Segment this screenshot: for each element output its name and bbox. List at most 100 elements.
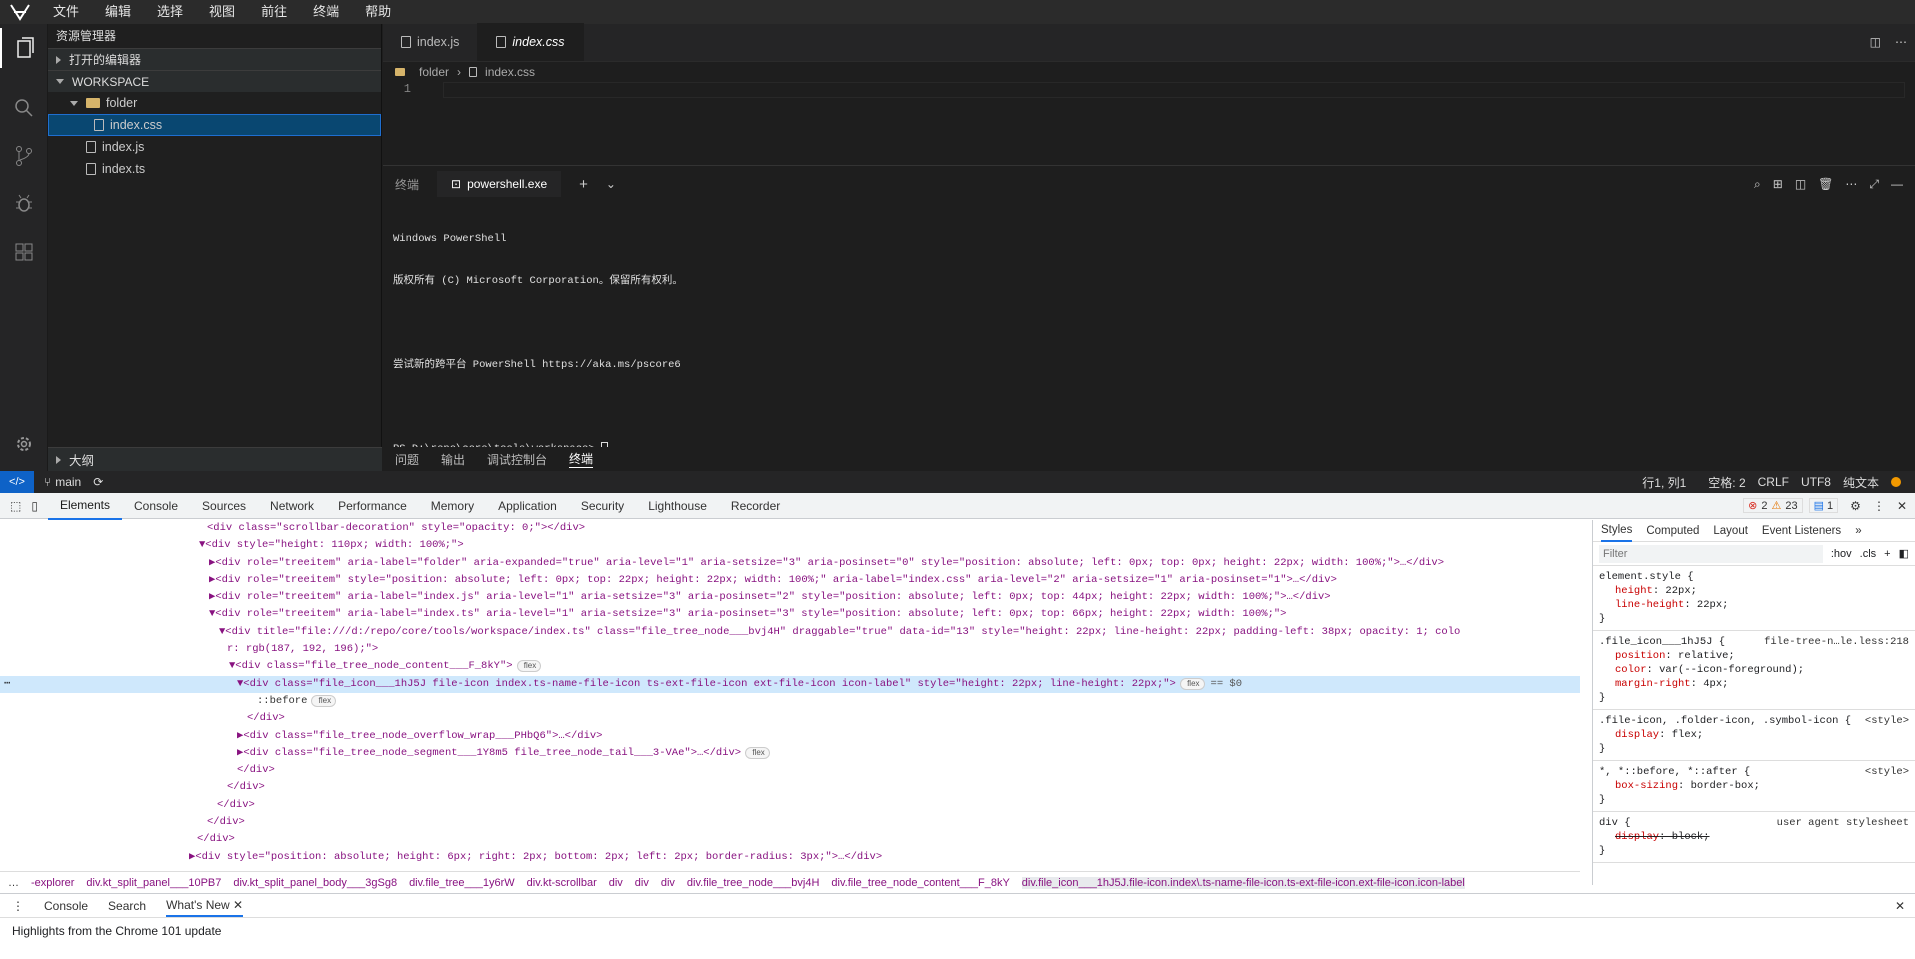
css-property[interactable]: display: block; [1599,830,1909,844]
dom-node-line[interactable]: ▼<div class="file_icon___1hJ5J file-icon… [0,675,1580,693]
drawer-tab-console[interactable]: Console [44,899,88,913]
css-property[interactable]: margin-right: 4px; [1599,677,1909,691]
line-ending[interactable]: CRLF [1758,475,1789,489]
tree-item-index-ts[interactable]: index.ts [48,158,381,180]
close-icon[interactable]: ✕ [233,898,243,912]
tab-styles[interactable]: Styles [1601,520,1633,542]
extensions-icon[interactable] [0,232,48,272]
styles-filter-input[interactable] [1599,544,1823,563]
elements-tree[interactable]: <div class="scrollbar-decoration" style=… [0,520,1580,874]
expand-icon[interactable]: ⤢ [1869,177,1879,192]
trash-icon[interactable]: 🗑 [1818,177,1833,192]
dom-node-line[interactable]: r: rgb(187, 192, 196);"> [0,641,1580,658]
breadcrumb-node[interactable]: div.file_tree_node_content___F_8kY [831,877,1009,889]
sync-icon[interactable]: ⟳ [93,475,103,489]
dom-node-line[interactable]: </div> [0,814,1580,831]
rule-source-link[interactable]: <style> [1865,765,1909,779]
split-editor-icon[interactable]: ◫ [1870,35,1881,49]
dom-node-line[interactable]: ▼<div style="height: 110px; width: 100%;… [0,537,1580,554]
maximize-terminal-icon[interactable]: ⊞ [1773,177,1783,192]
tab-index-js[interactable]: index.js [383,23,479,61]
more-tabs-icon[interactable]: » [1855,525,1861,537]
dom-node-line[interactable]: ▶<div role="treeitem" aria-label="index.… [0,589,1580,606]
app-logo-icon[interactable] [0,0,40,24]
dom-node-line[interactable]: ▼<div title="file:///d:/repo/core/tools/… [0,624,1580,641]
dom-node-line[interactable]: ::before flex [0,693,1580,710]
tab-memory[interactable]: Memory [419,493,486,519]
open-editors-section[interactable]: 打开的编辑器 [48,48,381,70]
close-drawer-icon[interactable]: ✕ [1895,899,1905,913]
menu-edit[interactable]: 编辑 [92,0,144,24]
css-property[interactable]: position: relative; [1599,649,1909,663]
dom-node-line[interactable]: ▶<div role="treeitem" style="position: a… [0,572,1580,589]
dom-node-line[interactable]: ▶<div style="position: absolute; height:… [0,849,1580,866]
dom-node-line[interactable]: </div> [0,831,1580,848]
dom-node-line[interactable]: ▶<div role="treeitem" aria-label="folder… [0,555,1580,572]
split-terminal-icon[interactable]: ◫ [1795,177,1806,192]
search-icon[interactable]: ⌕ [1754,177,1761,192]
toggle-sidebar-icon[interactable]: ◧ [1899,547,1909,560]
add-terminal-icon[interactable]: + [579,176,588,193]
css-property[interactable]: line-height: 22px; [1599,598,1909,612]
notification-icon[interactable] [1891,477,1901,487]
tab-security[interactable]: Security [569,493,636,519]
encoding[interactable]: UTF8 [1801,475,1831,489]
dom-node-line[interactable]: ▼<div class="file_tree_node_content___F_… [0,658,1580,675]
breadcrumb-node[interactable]: div.file_tree_node___bvj4H [687,877,820,889]
css-property[interactable]: display: flex; [1599,728,1909,742]
style-rule[interactable]: div {user agent stylesheet display: block… [1593,812,1915,863]
breadcrumb-node[interactable]: -explorer [31,877,74,889]
dom-node-line[interactable]: <div class="scrollbar-decoration" style=… [0,520,1580,537]
breadcrumb-folder[interactable]: folder [419,65,449,79]
tab-network[interactable]: Network [258,493,326,519]
terminal-output[interactable]: Windows PowerShell 版权所有 (C) Microsoft Co… [393,204,683,484]
language-mode[interactable]: 纯文本 [1843,474,1879,491]
breadcrumb-node[interactable]: div.file_icon___1hJ5J.file-icon.index\.t… [1021,876,1465,889]
settings-gear-icon[interactable] [0,424,48,464]
tab-recorder[interactable]: Recorder [719,493,792,519]
rule-source-link[interactable]: file-tree-n…le.less:218 [1764,635,1909,649]
indentation[interactable]: 空格: 2 [1708,474,1745,491]
chevron-down-icon[interactable]: ⌄ [606,177,616,191]
css-property[interactable]: box-sizing: border-box; [1599,779,1909,793]
device-toolbar-icon[interactable]: ▯ [27,499,48,513]
remote-icon[interactable]: </> [0,471,34,493]
tab-elements[interactable]: Elements [47,492,122,520]
tab-application[interactable]: Application [486,493,569,519]
flex-badge[interactable]: flex [516,660,542,673]
editor-text-area[interactable] [443,82,1905,98]
tab-powershell[interactable]: ⊡ powershell.exe [437,171,562,197]
tree-item-folder[interactable]: folder [48,92,381,114]
breadcrumb-node[interactable]: div.kt-scrollbar [527,877,597,889]
menu-select[interactable]: 选择 [144,0,196,24]
minimize-icon[interactable]: — [1891,177,1903,192]
dom-node-line[interactable]: ▶<div class="file_tree_node_overflow_wra… [0,728,1580,745]
breadcrumb-node[interactable]: div [661,877,675,889]
drawer-tab-whats-new[interactable]: What's New ✕ [166,895,244,917]
cls-toggle[interactable]: .cls [1860,548,1877,560]
messages-counter[interactable]: ▤ 1 [1808,498,1839,513]
search-icon[interactable] [0,88,48,128]
css-property[interactable]: color: var(--icon-foreground); [1599,663,1909,677]
tab-event-listeners[interactable]: Event Listeners [1762,525,1841,537]
rule-source-link[interactable]: user agent stylesheet [1777,816,1909,830]
flex-badge[interactable]: flex [311,694,337,707]
explorer-icon[interactable] [0,28,48,68]
tab-console[interactable]: Console [122,493,190,519]
flex-badge[interactable]: flex [745,746,770,759]
tree-item-index-js[interactable]: index.js [48,136,381,158]
menu-help[interactable]: 帮助 [352,0,404,24]
style-rule[interactable]: .file-icon, .folder-icon, .symbol-icon {… [1593,710,1915,761]
tab-sources[interactable]: Sources [190,493,258,519]
dom-node-line[interactable]: </div> [0,762,1580,779]
menu-view[interactable]: 视图 [196,0,248,24]
branch-name[interactable]: main [55,475,81,489]
hov-toggle[interactable]: :hov [1831,548,1852,560]
tab-index-css[interactable]: index.css [478,23,584,61]
tab-lighthouse[interactable]: Lighthouse [636,493,719,519]
menu-terminal[interactable]: 终端 [300,0,352,24]
style-rule[interactable]: *, *::before, *::after {<style> box-sizin… [1593,761,1915,812]
tab-output[interactable]: 输出 [441,451,465,468]
breadcrumb-node[interactable]: div.kt_split_panel___10PB7 [86,877,221,889]
drawer-tab-search[interactable]: Search [108,899,146,913]
